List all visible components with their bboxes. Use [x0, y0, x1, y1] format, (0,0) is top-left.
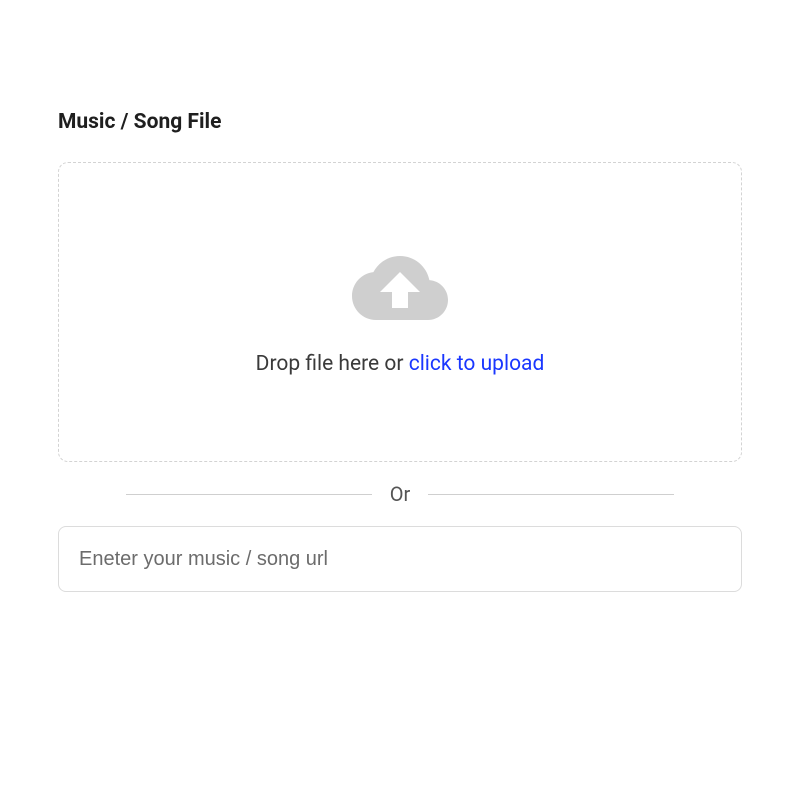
divider-text: Or [390, 476, 411, 512]
music-url-input[interactable] [58, 526, 742, 592]
section-title: Music / Song File [58, 110, 742, 134]
music-file-section: Music / Song File Drop file here or clic… [0, 0, 800, 592]
or-divider: Or [58, 476, 742, 512]
divider-line-left [126, 494, 372, 495]
cloud-upload-icon [352, 248, 448, 328]
dropzone-instructions: Drop file here or click to upload [256, 352, 545, 376]
file-dropzone[interactable]: Drop file here or click to upload [58, 162, 742, 462]
divider-line-right [428, 494, 674, 495]
dropzone-text-prefix: Drop file here or [256, 352, 409, 376]
click-to-upload-link[interactable]: click to upload [409, 352, 545, 376]
